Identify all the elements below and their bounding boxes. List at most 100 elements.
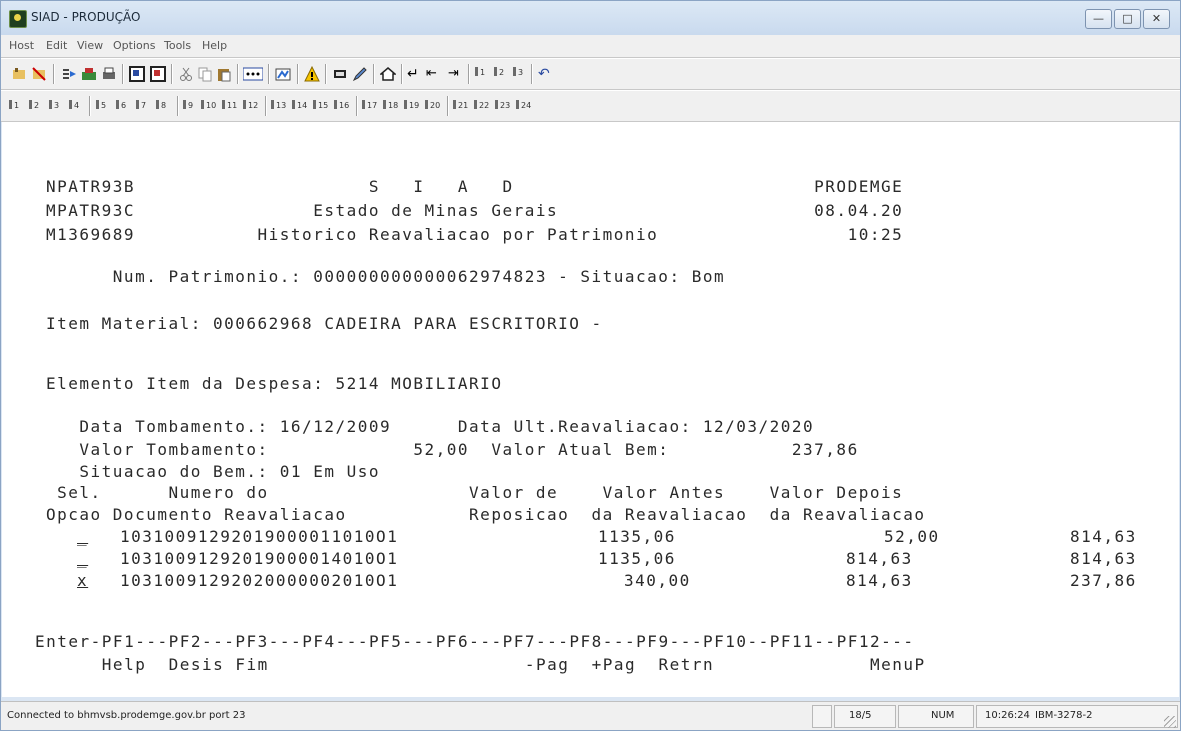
home-icon[interactable] — [380, 66, 396, 82]
pf3-mini-icon[interactable]: 3 — [513, 67, 523, 77]
pf-key-10[interactable]: 10 — [201, 100, 216, 110]
patrimonio-line: Num. Patrimonio.: 000000000000062974823 … — [46, 267, 726, 286]
dots-icon[interactable] — [243, 66, 263, 82]
send-icon[interactable] — [61, 66, 77, 82]
menu-help[interactable]: Help — [202, 39, 227, 52]
pf-keys-line: Enter-PF1---PF2---PF3---PF4---PF5---PF6-… — [35, 632, 915, 651]
cursor-position: 18/5 — [849, 710, 872, 721]
connect-icon[interactable] — [11, 66, 27, 82]
pf-key-6[interactable]: 6 — [116, 100, 126, 110]
valor-reposicao: 1135,06 — [598, 527, 676, 546]
terminal-screen[interactable]: NPATR93B S I A D PRODEMGE MPATR93C Estad… — [2, 122, 1179, 697]
pf-key-8[interactable]: 8 — [156, 100, 166, 110]
receive-icon[interactable] — [81, 66, 97, 82]
minimize-icon: — — [1093, 12, 1104, 25]
warning-icon[interactable] — [304, 66, 320, 82]
situacao-bem-line: Situacao do Bem.: 01 Em Uso — [46, 462, 380, 481]
main-toolbar: ↵ ⇤ ⇥ 1 2 3 ↶ — [1, 58, 1180, 90]
selection-field[interactable]: x — [77, 571, 88, 591]
pf-key-21[interactable]: 21 — [453, 100, 468, 110]
pf-key-18[interactable]: 18 — [383, 100, 398, 110]
document-number: 10310091292020000002010O1 — [120, 571, 399, 590]
display-icon[interactable] — [332, 66, 348, 82]
valor-antes: 52,00 — [884, 527, 940, 546]
app-icon — [9, 10, 27, 28]
terminal-type: IBM-3278-2 — [1035, 710, 1093, 721]
resize-grip[interactable] — [1164, 716, 1176, 728]
pf-keys-toolbar: 1 2 3 4 5 6 7 8 9 10 11 12 13 14 15 16 1… — [1, 90, 1180, 122]
screen2-icon[interactable] — [150, 66, 166, 82]
enter-icon[interactable]: ↵ — [407, 66, 423, 82]
numlock-indicator: NUM — [931, 710, 955, 721]
valor-depois: 814,63 — [1070, 549, 1137, 568]
window-title: SIAD - PRODUÇÃO — [31, 10, 141, 24]
pf1-mini-icon[interactable]: 1 — [475, 67, 485, 77]
selection-field[interactable]: _ — [77, 527, 88, 547]
paste-icon[interactable] — [216, 66, 232, 82]
clock: 10:26:24 — [985, 710, 1030, 721]
header-line-1: NPATR93B S I A D PRODEMGE — [46, 177, 904, 196]
maximize-button[interactable]: □ — [1114, 9, 1141, 29]
pf-key-16[interactable]: 16 — [334, 100, 349, 110]
close-icon: ✕ — [1151, 12, 1162, 25]
pf-key-9[interactable]: 9 — [183, 100, 193, 110]
title-bar: SIAD - PRODUÇÃO — □ ✕ — [1, 1, 1180, 35]
elemento-despesa-line: Elemento Item da Despesa: 5214 MOBILIARI… — [46, 374, 503, 393]
valor-reposicao: 1135,06 — [598, 549, 676, 568]
pf-key-15[interactable]: 15 — [313, 100, 328, 110]
menu-options[interactable]: Options — [113, 39, 155, 52]
header-line-2: MPATR93C Estado de Minas Gerais 08.04.20 — [46, 201, 904, 220]
pf2-mini-icon[interactable]: 2 — [494, 67, 504, 77]
pf-key-11[interactable]: 11 — [222, 100, 237, 110]
pf-key-22[interactable]: 22 — [474, 100, 489, 110]
menu-tools[interactable]: Tools — [164, 39, 191, 52]
pf-key-12[interactable]: 12 — [243, 100, 258, 110]
print-icon[interactable] — [101, 66, 117, 82]
pf-key-2[interactable]: 2 — [29, 100, 39, 110]
valor-depois: 814,63 — [1070, 527, 1137, 546]
macro-icon[interactable] — [275, 66, 291, 82]
pf-key-1[interactable]: 1 — [9, 100, 19, 110]
pf-key-24[interactable]: 24 — [516, 100, 531, 110]
backtab-icon[interactable]: ⇤ — [426, 66, 446, 82]
pf-key-3[interactable]: 3 — [49, 100, 59, 110]
pf-key-20[interactable]: 20 — [425, 100, 440, 110]
pf-key-19[interactable]: 19 — [404, 100, 419, 110]
valor-antes: 814,63 — [846, 571, 913, 590]
screen-icon[interactable] — [129, 66, 145, 82]
menu-bar: Host Edit View Options Tools Help — [1, 35, 1180, 58]
pencil-icon[interactable] — [352, 66, 368, 82]
pf-key-17[interactable]: 17 — [362, 100, 377, 110]
pf-key-7[interactable]: 7 — [136, 100, 146, 110]
valor-reposicao: 340,00 — [624, 571, 691, 590]
siad-window: SIAD - PRODUÇÃO — □ ✕ Host Edit View Opt… — [0, 0, 1181, 731]
menu-host[interactable]: Host — [9, 39, 34, 52]
cut-icon[interactable] — [178, 66, 194, 82]
tab-icon[interactable]: ⇥ — [448, 66, 464, 82]
close-button[interactable]: ✕ — [1143, 9, 1170, 29]
disconnect-icon[interactable] — [31, 66, 47, 82]
undo-icon[interactable]: ↶ — [538, 66, 554, 82]
menu-edit[interactable]: Edit — [46, 39, 67, 52]
document-number: 10310091292019000014010O1 — [120, 549, 399, 568]
valor-antes: 814,63 — [846, 549, 913, 568]
pf-key-23[interactable]: 23 — [495, 100, 510, 110]
header-line-3: M1369689 Historico Reavaliacao por Patri… — [46, 225, 904, 244]
table-header-2: Opcao Documento Reavaliacao Reposicao da… — [46, 505, 926, 524]
pf-key-4[interactable]: 4 — [69, 100, 79, 110]
menu-view[interactable]: View — [77, 39, 103, 52]
minimize-button[interactable]: — — [1085, 9, 1112, 29]
selection-field[interactable]: _ — [77, 549, 88, 569]
pf-key-5[interactable]: 5 — [96, 100, 106, 110]
pf-key-13[interactable]: 13 — [271, 100, 286, 110]
pf-key-14[interactable]: 14 — [292, 100, 307, 110]
table-header-1: Sel. Numero do Valor de Valor Antes Valo… — [46, 483, 904, 502]
document-number: 10310091292019000011010O1 — [120, 527, 399, 546]
item-material-line: Item Material: 000662968 CADEIRA PARA ES… — [46, 314, 603, 333]
connection-status: Connected to bhmvsb.prodemge.gov.br port… — [7, 710, 246, 721]
maximize-icon: □ — [1122, 12, 1133, 25]
data-tombamento-line: Data Tombamento.: 16/12/2009 Data Ult.Re… — [46, 417, 815, 436]
copy-icon[interactable] — [197, 66, 213, 82]
pf-labels-line: Help Desis Fim -Pag +Pag Retrn MenuP — [35, 655, 926, 674]
valor-tombamento-line: Valor Tombamento: 52,00 Valor Atual Bem:… — [46, 440, 859, 459]
